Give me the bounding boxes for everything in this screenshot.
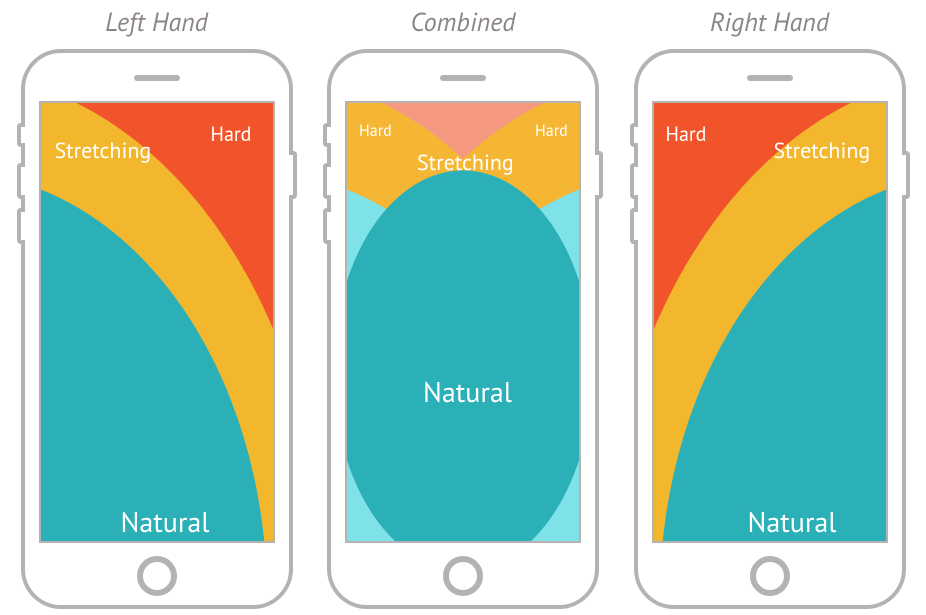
label-natural: Natural (121, 503, 210, 540)
label-hard: Hard (666, 121, 707, 147)
panel-title: Right Hand (710, 6, 829, 39)
power-button-icon (595, 151, 603, 199)
label-natural: Natural (423, 373, 512, 410)
volume-up-icon (323, 163, 331, 199)
home-button-icon (443, 556, 483, 596)
label-stretching: Stretching (55, 137, 152, 165)
label-stretching: Stretching (417, 149, 514, 177)
volume-down-icon (630, 208, 638, 244)
panel-right-hand: Right Hand Hard Stretching Natural (620, 6, 920, 615)
label-natural: Natural (748, 503, 837, 540)
volume-down-icon (17, 208, 25, 244)
home-button-icon (137, 556, 177, 596)
volume-up-icon (630, 163, 638, 199)
mute-switch-icon (17, 123, 25, 147)
panel-left-hand: Left Hand Stretching Hard Natural (7, 6, 307, 615)
label-stretching: Stretching (774, 137, 871, 165)
zone-natural (347, 170, 579, 541)
phone-outline: Hard Hard Stretching Natural (327, 49, 599, 609)
volume-down-icon (323, 208, 331, 244)
mute-switch-icon (630, 123, 638, 147)
phone-outline: Hard Stretching Natural (634, 49, 906, 609)
phone-outline: Stretching Hard Natural (21, 49, 293, 609)
mute-switch-icon (323, 123, 331, 147)
power-button-icon (902, 151, 910, 199)
phone-screen: Hard Hard Stretching Natural (345, 101, 581, 543)
phone-screen: Stretching Hard Natural (39, 101, 275, 543)
home-button-icon (750, 556, 790, 596)
panel-combined: Combined Hard Hard Stretching Natural (313, 6, 613, 615)
label-hard-right: Hard (535, 121, 568, 141)
panel-title: Left Hand (105, 6, 208, 39)
label-hard-left: Hard (359, 121, 392, 141)
power-button-icon (289, 151, 297, 199)
label-hard: Hard (211, 121, 252, 147)
phone-screen: Hard Stretching Natural (652, 101, 888, 543)
panel-title: Combined (410, 6, 515, 39)
volume-up-icon (17, 163, 25, 199)
